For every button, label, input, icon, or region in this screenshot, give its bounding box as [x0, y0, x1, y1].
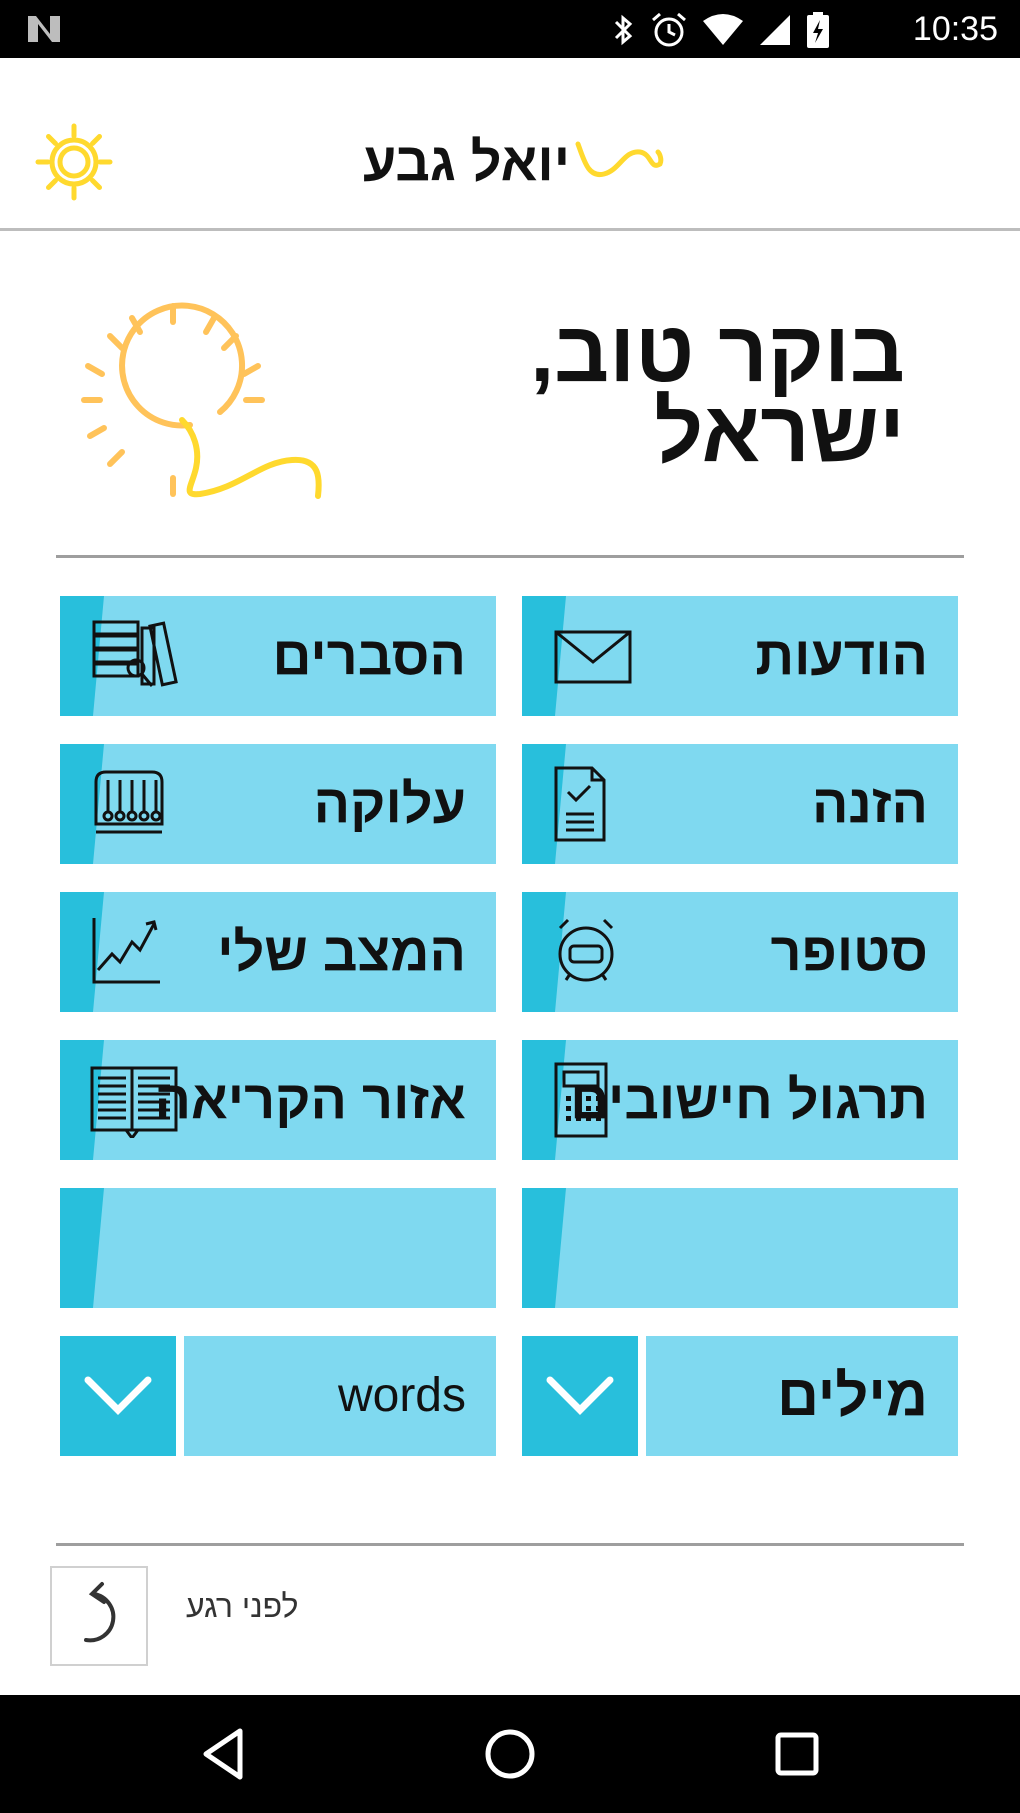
- tile-calculation-practice[interactable]: תרגול חישובים: [522, 1040, 958, 1160]
- tile-label: תרגול חישובים: [570, 1070, 928, 1130]
- dropdown-field[interactable]: words: [184, 1336, 496, 1456]
- chevron-down-icon: [84, 1376, 152, 1415]
- home-circle-icon[interactable]: [475, 1719, 545, 1789]
- battery-charging-icon: [807, 12, 829, 48]
- greeting-line-2: ישראל: [654, 384, 905, 480]
- tile-empty-left[interactable]: [60, 1188, 496, 1308]
- words-language-select-hebrew[interactable]: מילים: [522, 1336, 958, 1456]
- footer-divider: [56, 1543, 964, 1546]
- greeting: בוקר טוב, ישראל: [530, 304, 905, 480]
- status-icons: [612, 10, 830, 50]
- sun-icon: [81, 302, 322, 499]
- words-language-select-english[interactable]: words: [60, 1336, 496, 1456]
- greeting-line-1: בוקר טוב,: [530, 304, 905, 400]
- dropdown-value: words: [337, 1369, 466, 1422]
- books-search-icon: [92, 620, 178, 687]
- alarm-icon: [652, 12, 686, 47]
- tile-label: עלוקה: [313, 774, 466, 834]
- status-bar: 10:35: [0, 0, 1020, 58]
- undo-button[interactable]: [50, 1566, 148, 1666]
- document-check-icon: [554, 766, 606, 842]
- tile-stopwatch[interactable]: סטופר: [522, 892, 958, 1012]
- tile-accent: [522, 1188, 566, 1308]
- dropdown-toggle[interactable]: [60, 1336, 176, 1456]
- app-bar: יואל גבע: [0, 58, 1020, 228]
- recents-square-icon[interactable]: [762, 1719, 832, 1789]
- tile-reading-zone[interactable]: אזור הקריאה: [60, 1040, 496, 1160]
- app-title: יואל גבע: [363, 132, 570, 192]
- tile-accent: [60, 1188, 104, 1308]
- dropdown-toggle[interactable]: [522, 1336, 638, 1456]
- tile-label: אזור הקריאה: [154, 1070, 466, 1130]
- navigation-bar: [0, 1695, 1020, 1813]
- bluetooth-icon: [614, 14, 633, 46]
- tile-empty-right[interactable]: [522, 1188, 958, 1308]
- tile-explanations[interactable]: הסברים: [60, 596, 496, 716]
- tile-label: המצב שלי: [217, 922, 466, 982]
- wifi-icon: [703, 14, 743, 45]
- tile-input[interactable]: הזנה: [522, 744, 958, 864]
- envelope-icon: [554, 630, 632, 684]
- chevron-down-icon: [546, 1376, 614, 1415]
- line-chart-icon: [92, 918, 160, 984]
- tile-label: סטופר: [770, 922, 928, 982]
- tile-label: הסברים: [272, 626, 466, 686]
- tile-label: הזנה: [812, 774, 928, 834]
- back-triangle-icon[interactable]: [188, 1719, 258, 1789]
- signal-icon: [760, 15, 790, 45]
- undo-icon: [84, 1582, 116, 1643]
- dropdown-value: מילים: [777, 1363, 928, 1428]
- tile-messages[interactable]: הודעות: [522, 596, 958, 716]
- status-time: 10:35: [912, 10, 998, 48]
- tile-abacus[interactable]: עלוקה: [60, 744, 496, 864]
- dropdown-field[interactable]: מילים: [646, 1336, 958, 1456]
- settings-gear-icon[interactable]: [30, 118, 118, 206]
- n-logo-icon: [28, 16, 60, 42]
- brand-wave-icon: [575, 141, 664, 178]
- abacus-icon: [94, 770, 164, 834]
- app-bar-divider: [0, 228, 1020, 231]
- tile-label: הודעות: [755, 626, 928, 686]
- last-sync-text: לפני רגע: [186, 1588, 299, 1624]
- alarm-clock-icon: [558, 918, 614, 982]
- tile-my-status[interactable]: המצב שלי: [60, 892, 496, 1012]
- greeting-divider: [56, 555, 964, 558]
